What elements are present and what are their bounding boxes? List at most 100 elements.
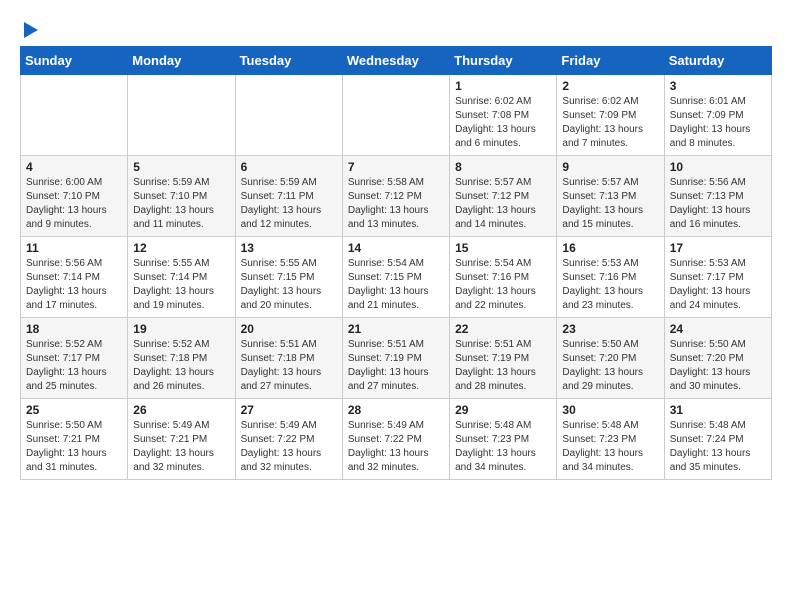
day-info: Sunrise: 5:59 AM Sunset: 7:11 PM Dayligh… bbox=[241, 176, 337, 232]
calendar-cell: 15 Sunrise: 5:54 AM Sunset: 7:16 PM Dayli… bbox=[450, 237, 557, 318]
calendar-cell bbox=[342, 75, 449, 156]
day-number: 23 bbox=[562, 322, 658, 336]
day-info: Sunrise: 5:54 AM Sunset: 7:16 PM Dayligh… bbox=[455, 257, 551, 313]
calendar-cell: 31 Sunrise: 5:48 AM Sunset: 7:24 PM Dayli… bbox=[664, 399, 771, 480]
day-info: Sunrise: 5:53 AM Sunset: 7:16 PM Dayligh… bbox=[562, 257, 658, 313]
day-number: 18 bbox=[26, 322, 122, 336]
day-number: 2 bbox=[562, 79, 658, 93]
calendar-cell: 19 Sunrise: 5:52 AM Sunset: 7:18 PM Dayli… bbox=[128, 318, 235, 399]
day-number: 1 bbox=[455, 79, 551, 93]
calendar-cell bbox=[128, 75, 235, 156]
calendar-week-row: 18 Sunrise: 5:52 AM Sunset: 7:17 PM Dayli… bbox=[21, 318, 772, 399]
calendar-week-row: 25Sunrise: 5:50 AM Sunset: 7:21 PM Dayli… bbox=[21, 399, 772, 480]
calendar-cell: 4 Sunrise: 6:00 AM Sunset: 7:10 PM Daylig… bbox=[21, 156, 128, 237]
calendar-cell: 11Sunrise: 5:56 AM Sunset: 7:14 PM Dayli… bbox=[21, 237, 128, 318]
calendar-cell: 26Sunrise: 5:49 AM Sunset: 7:21 PM Dayli… bbox=[128, 399, 235, 480]
day-info: Sunrise: 5:49 AM Sunset: 7:22 PM Dayligh… bbox=[348, 419, 444, 475]
day-info: Sunrise: 5:51 AM Sunset: 7:18 PM Dayligh… bbox=[241, 338, 337, 394]
day-info: Sunrise: 5:59 AM Sunset: 7:10 PM Dayligh… bbox=[133, 176, 229, 232]
day-info: Sunrise: 5:56 AM Sunset: 7:13 PM Dayligh… bbox=[670, 176, 766, 232]
weekday-header-sunday: Sunday bbox=[21, 47, 128, 75]
day-info: Sunrise: 5:50 AM Sunset: 7:20 PM Dayligh… bbox=[670, 338, 766, 394]
calendar-cell: 25Sunrise: 5:50 AM Sunset: 7:21 PM Dayli… bbox=[21, 399, 128, 480]
day-number: 30 bbox=[562, 403, 658, 417]
day-number: 9 bbox=[562, 160, 658, 174]
day-number: 31 bbox=[670, 403, 766, 417]
calendar-cell: 23 Sunrise: 5:50 AM Sunset: 7:20 PM Dayli… bbox=[557, 318, 664, 399]
weekday-header-wednesday: Wednesday bbox=[342, 47, 449, 75]
calendar-cell: 21Sunrise: 5:51 AM Sunset: 7:19 PM Dayli… bbox=[342, 318, 449, 399]
calendar-table: SundayMondayTuesdayWednesdayThursdayFrid… bbox=[20, 46, 772, 480]
day-number: 12 bbox=[133, 241, 229, 255]
day-info: Sunrise: 5:52 AM Sunset: 7:18 PM Dayligh… bbox=[133, 338, 229, 394]
calendar-cell: 8 Sunrise: 5:57 AM Sunset: 7:12 PM Daylig… bbox=[450, 156, 557, 237]
weekday-header-friday: Friday bbox=[557, 47, 664, 75]
calendar-cell: 12 Sunrise: 5:55 AM Sunset: 7:14 PM Dayli… bbox=[128, 237, 235, 318]
calendar-cell: 28Sunrise: 5:49 AM Sunset: 7:22 PM Dayli… bbox=[342, 399, 449, 480]
day-number: 3 bbox=[670, 79, 766, 93]
calendar-cell: 2 Sunrise: 6:02 AM Sunset: 7:09 PM Daylig… bbox=[557, 75, 664, 156]
day-info: Sunrise: 5:54 AM Sunset: 7:15 PM Dayligh… bbox=[348, 257, 444, 313]
calendar-cell: 3 Sunrise: 6:01 AM Sunset: 7:09 PM Daylig… bbox=[664, 75, 771, 156]
day-number: 15 bbox=[455, 241, 551, 255]
calendar-cell: 17Sunrise: 5:53 AM Sunset: 7:17 PM Dayli… bbox=[664, 237, 771, 318]
day-number: 21 bbox=[348, 322, 444, 336]
day-number: 17 bbox=[670, 241, 766, 255]
day-info: Sunrise: 5:50 AM Sunset: 7:20 PM Dayligh… bbox=[562, 338, 658, 394]
day-info: Sunrise: 5:55 AM Sunset: 7:15 PM Dayligh… bbox=[241, 257, 337, 313]
calendar-cell: 7 Sunrise: 5:58 AM Sunset: 7:12 PM Daylig… bbox=[342, 156, 449, 237]
day-number: 8 bbox=[455, 160, 551, 174]
calendar-cell: 9 Sunrise: 5:57 AM Sunset: 7:13 PM Daylig… bbox=[557, 156, 664, 237]
day-info: Sunrise: 5:56 AM Sunset: 7:14 PM Dayligh… bbox=[26, 257, 122, 313]
day-info: Sunrise: 6:00 AM Sunset: 7:10 PM Dayligh… bbox=[26, 176, 122, 232]
day-number: 4 bbox=[26, 160, 122, 174]
weekday-header-thursday: Thursday bbox=[450, 47, 557, 75]
day-info: Sunrise: 5:48 AM Sunset: 7:23 PM Dayligh… bbox=[455, 419, 551, 475]
day-info: Sunrise: 5:52 AM Sunset: 7:17 PM Dayligh… bbox=[26, 338, 122, 394]
page-header bbox=[20, 20, 772, 36]
day-info: Sunrise: 5:51 AM Sunset: 7:19 PM Dayligh… bbox=[455, 338, 551, 394]
day-number: 25 bbox=[26, 403, 122, 417]
day-info: Sunrise: 6:02 AM Sunset: 7:09 PM Dayligh… bbox=[562, 95, 658, 151]
day-number: 22 bbox=[455, 322, 551, 336]
weekday-header-tuesday: Tuesday bbox=[235, 47, 342, 75]
calendar-header-row: SundayMondayTuesdayWednesdayThursdayFrid… bbox=[21, 47, 772, 75]
calendar-cell: 20 Sunrise: 5:51 AM Sunset: 7:18 PM Dayli… bbox=[235, 318, 342, 399]
day-number: 20 bbox=[241, 322, 337, 336]
calendar-cell: 24 Sunrise: 5:50 AM Sunset: 7:20 PM Dayli… bbox=[664, 318, 771, 399]
calendar-week-row: 4 Sunrise: 6:00 AM Sunset: 7:10 PM Daylig… bbox=[21, 156, 772, 237]
logo-arrow-icon bbox=[24, 22, 38, 38]
calendar-cell: 16 Sunrise: 5:53 AM Sunset: 7:16 PM Dayli… bbox=[557, 237, 664, 318]
calendar-cell: 30 Sunrise: 5:48 AM Sunset: 7:23 PM Dayli… bbox=[557, 399, 664, 480]
day-info: Sunrise: 5:48 AM Sunset: 7:24 PM Dayligh… bbox=[670, 419, 766, 475]
calendar-cell: 1 Sunrise: 6:02 AM Sunset: 7:08 PM Daylig… bbox=[450, 75, 557, 156]
day-number: 19 bbox=[133, 322, 229, 336]
day-info: Sunrise: 5:48 AM Sunset: 7:23 PM Dayligh… bbox=[562, 419, 658, 475]
day-number: 10 bbox=[670, 160, 766, 174]
day-number: 5 bbox=[133, 160, 229, 174]
day-info: Sunrise: 6:02 AM Sunset: 7:08 PM Dayligh… bbox=[455, 95, 551, 151]
day-number: 13 bbox=[241, 241, 337, 255]
day-info: Sunrise: 6:01 AM Sunset: 7:09 PM Dayligh… bbox=[670, 95, 766, 151]
day-number: 6 bbox=[241, 160, 337, 174]
day-info: Sunrise: 5:57 AM Sunset: 7:12 PM Dayligh… bbox=[455, 176, 551, 232]
weekday-header-saturday: Saturday bbox=[664, 47, 771, 75]
calendar-cell: 10 Sunrise: 5:56 AM Sunset: 7:13 PM Dayli… bbox=[664, 156, 771, 237]
calendar-cell: 18 Sunrise: 5:52 AM Sunset: 7:17 PM Dayli… bbox=[21, 318, 128, 399]
day-number: 16 bbox=[562, 241, 658, 255]
day-number: 24 bbox=[670, 322, 766, 336]
calendar-cell: 5 Sunrise: 5:59 AM Sunset: 7:10 PM Daylig… bbox=[128, 156, 235, 237]
day-info: Sunrise: 5:55 AM Sunset: 7:14 PM Dayligh… bbox=[133, 257, 229, 313]
calendar-cell: 22 Sunrise: 5:51 AM Sunset: 7:19 PM Dayli… bbox=[450, 318, 557, 399]
calendar-week-row: 11Sunrise: 5:56 AM Sunset: 7:14 PM Dayli… bbox=[21, 237, 772, 318]
day-number: 26 bbox=[133, 403, 229, 417]
day-number: 29 bbox=[455, 403, 551, 417]
day-info: Sunrise: 5:57 AM Sunset: 7:13 PM Dayligh… bbox=[562, 176, 658, 232]
calendar-cell bbox=[235, 75, 342, 156]
calendar-cell: 13 Sunrise: 5:55 AM Sunset: 7:15 PM Dayli… bbox=[235, 237, 342, 318]
calendar-cell bbox=[21, 75, 128, 156]
day-info: Sunrise: 5:58 AM Sunset: 7:12 PM Dayligh… bbox=[348, 176, 444, 232]
calendar-cell: 27Sunrise: 5:49 AM Sunset: 7:22 PM Dayli… bbox=[235, 399, 342, 480]
logo bbox=[20, 20, 38, 36]
day-number: 7 bbox=[348, 160, 444, 174]
